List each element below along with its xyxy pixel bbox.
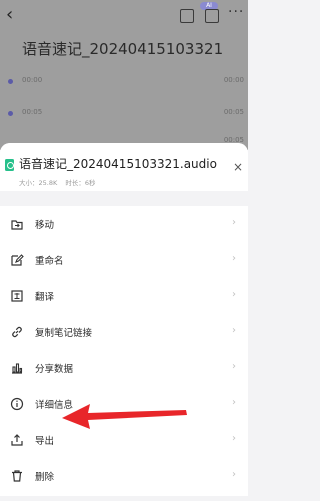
row-time-right: 00:05 [223, 108, 244, 116]
marker-dot-icon [8, 79, 13, 84]
menu-item-share-data[interactable]: 分享数据 › [0, 350, 248, 386]
background-row: 00:00 00:00 [8, 76, 244, 88]
chevron-right-icon: › [232, 325, 236, 336]
chevron-right-icon: › [232, 253, 236, 264]
background-note-screen: ‹ AI ··· 语音速记_20240415103321 00:00 00:00… [0, 0, 248, 150]
info-icon [10, 397, 24, 411]
link-icon [12, 326, 22, 338]
file-meta: 大小：25.8K 时长：6秒 [19, 177, 101, 187]
file-action-sheet: 语音速记_20240415103321.audio 大小：25.8K 时长：6秒… [0, 143, 248, 501]
row-time-right: 00:00 [223, 76, 244, 84]
more-icon: ··· [228, 4, 245, 20]
audio-file-icon [5, 159, 14, 171]
menu-item-label: 翻译 [35, 292, 55, 303]
row-time: 00:05 [22, 108, 43, 116]
chevron-right-icon: › [232, 469, 236, 480]
menu-item-label: 移动 [35, 220, 55, 231]
menu-item-translate[interactable]: 翻译 › [0, 278, 248, 314]
file-name: 语音速记_20240415103321.audio [19, 157, 217, 171]
chevron-right-icon: › [232, 397, 236, 408]
sheet-header: 语音速记_20240415103321.audio 大小：25.8K 时长：6秒… [0, 143, 248, 191]
chevron-right-icon: › [232, 289, 236, 300]
menu-item-label: 重命名 [35, 256, 64, 267]
menu-item-rename[interactable]: 重命名 › [0, 242, 248, 278]
menu-item-delete[interactable]: 删除 › [0, 458, 248, 494]
menu-item-label: 分享数据 [35, 364, 74, 375]
background-topbar: ‹ AI ··· [0, 0, 248, 32]
file-duration: 时长：6秒 [65, 179, 96, 187]
chevron-right-icon: › [232, 361, 236, 372]
back-icon: ‹ [6, 4, 14, 25]
chevron-right-icon: › [232, 217, 236, 228]
chart-icon [12, 363, 23, 374]
background-title: 语音速记_20240415103321 [22, 40, 224, 58]
share-out-icon [180, 9, 194, 23]
marker-dot-icon [8, 111, 13, 116]
delete-icon [12, 470, 22, 482]
action-menu: 移动 › 重命名 › 翻译 › 复制笔记链接 › 分享数据 › 详细信息 › 导… [0, 206, 248, 496]
move-icon [11, 220, 23, 230]
annotation-arrow-icon [62, 404, 187, 429]
menu-item-label: 导出 [35, 436, 55, 447]
menu-item-copy-link[interactable]: 复制笔记链接 › [0, 314, 248, 350]
file-size: 大小：25.8K [19, 179, 58, 187]
row-time: 00:00 [22, 76, 43, 84]
translate-icon [11, 290, 23, 302]
menu-item-label: 复制笔记链接 [35, 328, 93, 339]
rename-icon [11, 254, 24, 266]
background-row: 00:05 00:05 [8, 108, 244, 120]
menu-item-move[interactable]: 移动 › [0, 206, 248, 242]
edit-icon [205, 9, 219, 23]
close-button[interactable]: × [232, 161, 244, 173]
menu-item-label: 删除 [35, 472, 55, 483]
chevron-right-icon: › [232, 433, 236, 444]
export-icon [11, 434, 23, 446]
